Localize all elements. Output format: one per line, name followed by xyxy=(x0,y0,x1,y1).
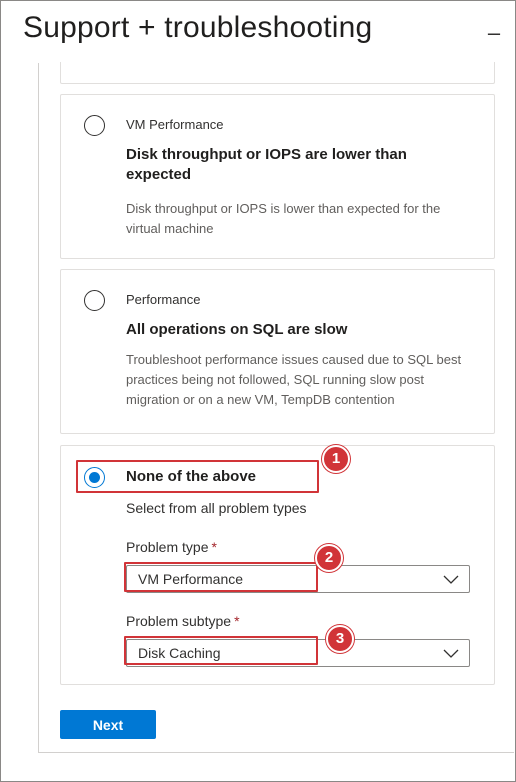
option-radio[interactable] xyxy=(84,115,105,136)
next-button[interactable]: Next xyxy=(60,710,156,739)
required-indicator: * xyxy=(211,539,217,555)
option-category: Performance xyxy=(126,292,201,307)
option-card-none-of-the-above[interactable]: None of the above Select from all proble… xyxy=(60,445,495,685)
option-category: VM Performance xyxy=(126,117,224,132)
problem-subtype-label-text: Problem subtype xyxy=(126,613,232,629)
option-card-sql-slow[interactable]: Performance All operations on SQL are sl… xyxy=(60,269,495,434)
required-indicator: * xyxy=(234,613,240,629)
chevron-down-icon xyxy=(443,649,459,658)
scroll-panel[interactable]: VM Performance Disk throughput or IOPS a… xyxy=(38,62,514,753)
option-title: None of the above xyxy=(126,468,257,485)
option-description: Disk throughput or IOPS is lower than ex… xyxy=(126,201,441,236)
option-description: Select from all problem types xyxy=(126,500,307,516)
annotation-badge-3: 3 xyxy=(326,625,354,653)
problem-subtype-dropdown[interactable]: Disk Caching xyxy=(126,639,470,667)
option-card-disk-throughput[interactable]: VM Performance Disk throughput or IOPS a… xyxy=(60,94,495,259)
option-radio-selected[interactable] xyxy=(84,467,105,488)
pane-header: Support + troubleshooting – xyxy=(1,1,515,63)
problem-type-value: VM Performance xyxy=(138,571,244,587)
previous-option-card[interactable] xyxy=(60,62,495,84)
problem-type-label-text: Problem type xyxy=(126,539,209,555)
option-description: Troubleshoot performance issues caused d… xyxy=(126,352,462,407)
option-radio[interactable] xyxy=(84,290,105,311)
problem-type-dropdown[interactable]: VM Performance xyxy=(126,565,470,593)
problem-type-label: Problem type * xyxy=(126,539,217,555)
annotation-badge-2: 2 xyxy=(315,544,343,572)
problem-subtype-value: Disk Caching xyxy=(138,645,221,661)
problem-subtype-label: Problem subtype * xyxy=(126,613,240,629)
page-title: Support + troubleshooting xyxy=(23,11,373,44)
annotation-badge-1: 1 xyxy=(322,445,350,473)
option-title: All operations on SQL are slow xyxy=(126,321,348,338)
minimize-button[interactable]: – xyxy=(484,21,504,45)
support-troubleshooting-pane: Support + troubleshooting – VM Performan… xyxy=(0,0,516,782)
option-title: Disk throughput or IOPS are lower than e… xyxy=(126,146,407,183)
chevron-down-icon xyxy=(443,575,459,584)
